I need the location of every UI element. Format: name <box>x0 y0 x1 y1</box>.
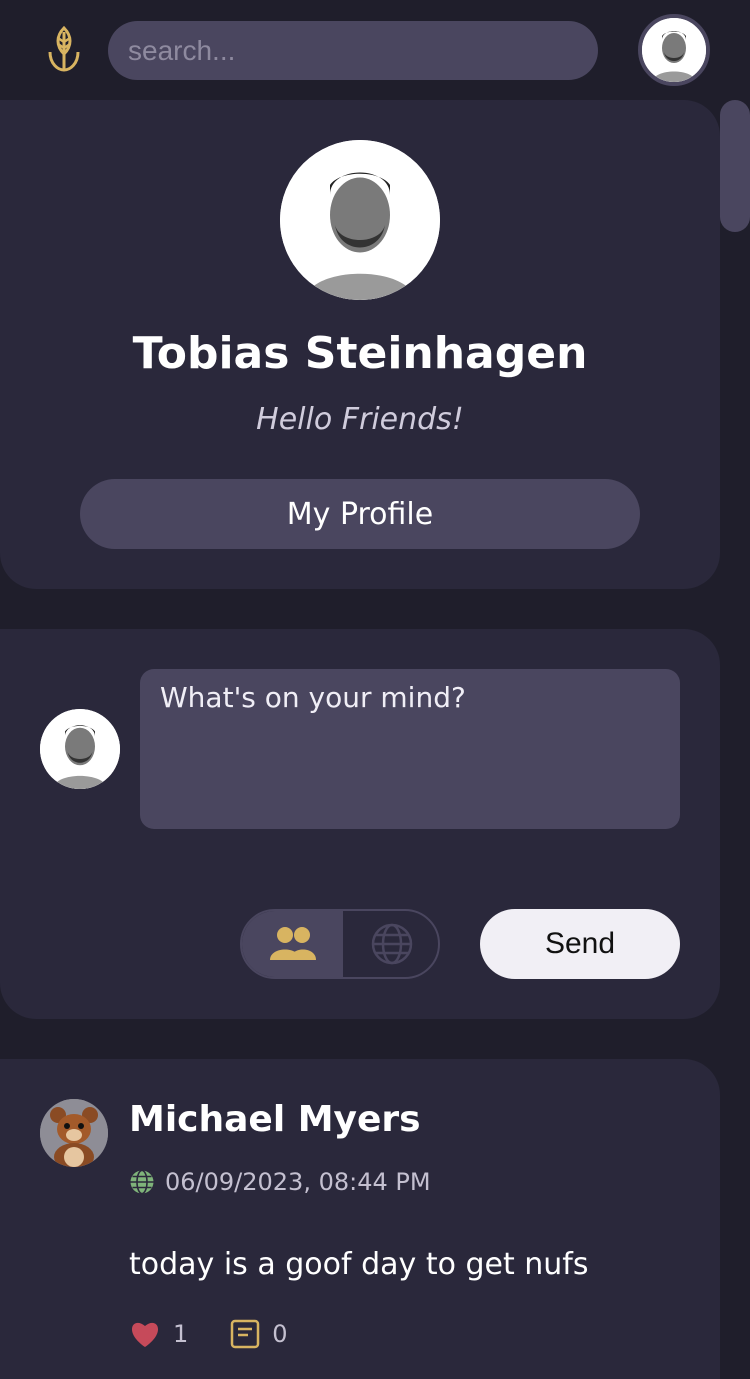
profile-name: Tobias Steinhagen <box>132 328 588 379</box>
globe-icon <box>130 1169 154 1195</box>
composer-card: Send <box>0 629 720 1019</box>
comment-count: 0 <box>272 1320 288 1348</box>
globe-icon <box>371 923 412 965</box>
profile-status: Hello Friends! <box>256 402 464 437</box>
like-count: 1 <box>173 1320 189 1348</box>
profile-avatar-image <box>280 140 440 300</box>
heart-icon[interactable] <box>129 1320 161 1348</box>
logo-icon[interactable] <box>44 24 84 76</box>
author-avatar-image <box>40 1099 108 1167</box>
post-text-input[interactable] <box>140 669 680 829</box>
comment-icon[interactable] <box>230 1319 260 1349</box>
my-profile-button[interactable]: My Profile <box>80 479 640 549</box>
friends-icon <box>269 927 316 960</box>
user-avatar-image <box>642 18 706 82</box>
top-bar <box>0 0 750 100</box>
post-author-avatar[interactable] <box>40 1099 108 1167</box>
user-avatar[interactable] <box>638 14 710 86</box>
post-actions: 1 0 <box>129 1319 288 1349</box>
post-date: 06/09/2023, 08:44 PM <box>165 1168 431 1196</box>
search-input[interactable] <box>108 21 598 80</box>
visibility-toggle[interactable] <box>240 909 440 979</box>
scrollbar-thumb[interactable] <box>720 100 750 232</box>
composer-avatar-image <box>40 709 120 789</box>
visibility-public-option[interactable] <box>343 911 438 977</box>
post-body: today is a goof day to get nufs <box>129 1247 589 1282</box>
profile-avatar[interactable] <box>280 140 440 300</box>
post-author-name[interactable]: Michael Myers <box>129 1099 421 1140</box>
send-button[interactable]: Send <box>480 909 680 979</box>
profile-card: Tobias Steinhagen Hello Friends! My Prof… <box>0 100 720 589</box>
visibility-friends-option[interactable] <box>242 911 343 977</box>
post-meta: 06/09/2023, 08:44 PM <box>129 1167 431 1197</box>
composer-avatar <box>40 709 120 789</box>
post-card: Michael Myers 06/09/2023, 08:44 PM today… <box>0 1059 720 1379</box>
